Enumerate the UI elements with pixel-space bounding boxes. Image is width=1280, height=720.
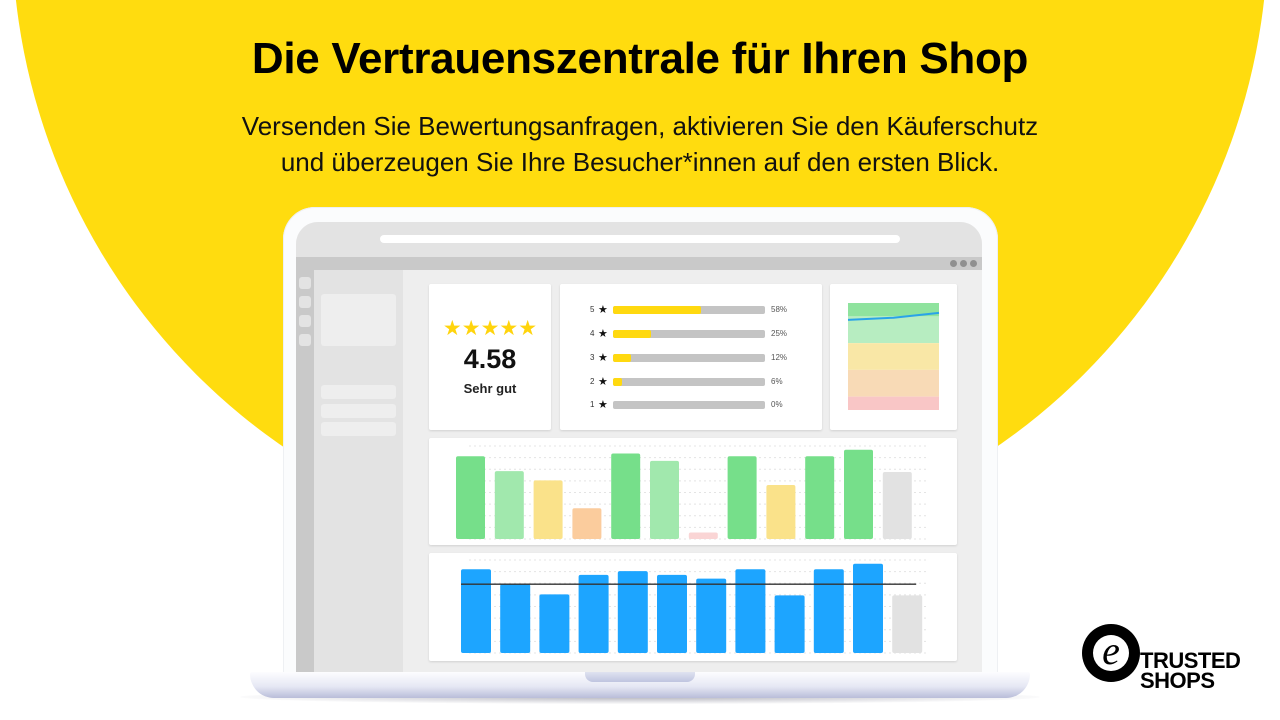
distribution-percent: 12% <box>771 353 788 362</box>
nav-icon[interactable] <box>299 277 311 289</box>
distribution-bar-fill <box>613 306 702 314</box>
rating-label: Sehr gut <box>463 381 517 396</box>
window-dot-icon[interactable] <box>960 260 967 267</box>
chart-bar <box>533 480 563 539</box>
chart-bar <box>539 594 570 653</box>
chart-bar <box>735 569 766 653</box>
distribution-star-count: 4 <box>590 329 595 338</box>
rating-bar-chart-card <box>429 438 957 545</box>
rating-score: 4.58 <box>463 344 517 374</box>
volume-bar-chart <box>461 559 929 654</box>
laptop-notch <box>585 672 695 682</box>
score-band <box>848 343 939 370</box>
distribution-bar-track <box>613 330 765 338</box>
rating-bar-chart <box>456 445 929 540</box>
page-subtitle: Versenden Sie Bewertungsanfragen, aktivi… <box>0 108 1280 180</box>
window-dot-icon[interactable] <box>970 260 977 267</box>
trusted-shops-e-icon: e <box>1082 624 1140 682</box>
chart-bar <box>892 595 923 653</box>
logo-line-2: SHOPS <box>1140 668 1215 693</box>
score-band <box>848 369 939 397</box>
star-icon: ★ <box>598 328 608 340</box>
page-title: Die Vertrauenszentrale für Ihren Shop <box>251 34 1029 83</box>
distribution-bar-track <box>613 401 765 409</box>
trend-chart <box>847 303 940 410</box>
chart-bar <box>617 571 648 653</box>
window-dot-icon[interactable] <box>950 260 957 267</box>
chart-bar <box>572 508 602 539</box>
sidebar <box>314 270 403 672</box>
rating-card: ★★★★★ 4.58 Sehr gut <box>429 284 551 430</box>
distribution-star-count: 3 <box>590 353 595 362</box>
star-rating-icon: ★★★★★ <box>442 317 538 340</box>
star-icon: ★ <box>598 352 608 364</box>
sidebar-item[interactable] <box>321 404 396 418</box>
chart-bar <box>578 574 609 653</box>
chart-bar <box>696 578 727 653</box>
chart-bar <box>774 595 805 653</box>
sidebar-image-placeholder <box>321 294 396 346</box>
distribution-percent: 0% <box>771 400 783 409</box>
score-band <box>848 396 939 410</box>
nav-icon[interactable] <box>299 296 311 308</box>
icon-rail <box>296 270 314 672</box>
rating-distribution-card: 5 ★ 58% 4 ★ 25% 3 ★ 12% 2 ★ 6% 1 ★ 0% <box>560 284 822 430</box>
distribution-row: 1 ★ 0% <box>560 399 822 411</box>
trusted-shops-logo: e TRUSTED SHOPS <box>1082 624 1262 696</box>
chart-bar <box>727 456 757 539</box>
distribution-bar-fill <box>613 354 632 362</box>
chart-bar <box>611 453 641 539</box>
chart-bar <box>456 456 485 539</box>
distribution-bar-fill <box>613 378 623 386</box>
logo-mark: e <box>1102 628 1120 673</box>
chart-bar <box>805 456 835 539</box>
distribution-percent: 25% <box>771 329 788 338</box>
score-band <box>848 316 939 344</box>
chart-bar <box>844 449 873 539</box>
nav-icon[interactable] <box>299 315 311 327</box>
distribution-star-count: 1 <box>590 400 595 409</box>
distribution-row: 5 ★ 58% <box>560 304 822 316</box>
star-icon: ★ <box>598 376 608 388</box>
chart-bar <box>500 584 531 653</box>
distribution-percent: 6% <box>771 377 783 386</box>
distribution-bar-fill <box>613 330 651 338</box>
trend-card <box>830 284 957 430</box>
browser-tabstrip <box>296 257 982 270</box>
distribution-row: 2 ★ 6% <box>560 376 822 388</box>
distribution-percent: 58% <box>771 305 788 314</box>
nav-icon[interactable] <box>299 334 311 346</box>
star-icon: ★ <box>598 304 608 316</box>
chart-bar <box>813 569 844 653</box>
chart-bar <box>688 532 718 539</box>
address-bar[interactable] <box>380 235 900 243</box>
sidebar-item[interactable] <box>321 422 396 436</box>
distribution-bar-track <box>613 378 765 386</box>
star-icon: ★ <box>598 399 608 411</box>
distribution-row: 4 ★ 25% <box>560 328 822 340</box>
distribution-star-count: 2 <box>590 377 595 386</box>
chart-bar <box>494 471 524 539</box>
distribution-row: 3 ★ 12% <box>560 352 822 364</box>
logo-wordmark: TRUSTED SHOPS <box>1140 650 1241 693</box>
subtitle-line: Versenden Sie Bewertungsanfragen, aktivi… <box>241 111 1039 141</box>
sidebar-item[interactable] <box>321 385 396 399</box>
browser-topbar <box>296 222 982 257</box>
chart-bar <box>657 574 687 653</box>
subtitle-line: und überzeugen Sie Ihre Besucher*innen a… <box>280 147 1000 177</box>
chart-bar <box>853 563 883 653</box>
distribution-bar-track <box>613 306 765 314</box>
distribution-star-count: 5 <box>590 305 595 314</box>
distribution-bar-track <box>613 354 765 362</box>
chart-bar <box>461 569 491 653</box>
chart-bar <box>882 472 912 539</box>
chart-bar <box>650 460 679 539</box>
volume-bar-chart-card <box>429 553 957 661</box>
chart-bar <box>766 485 796 539</box>
